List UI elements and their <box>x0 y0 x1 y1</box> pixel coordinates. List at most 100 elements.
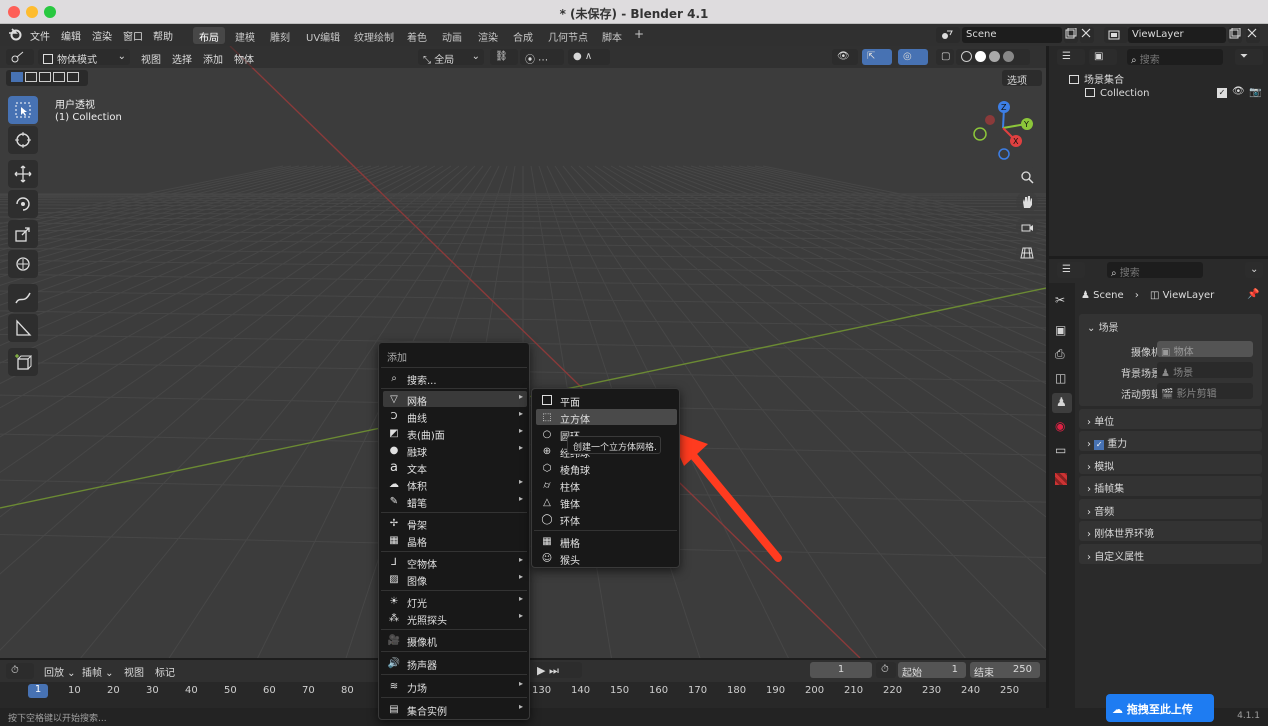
tab-geometry-nodes[interactable]: 几何节点 <box>542 27 594 44</box>
filter-icon[interactable]: ⏷ <box>1235 49 1263 65</box>
menu-item-image[interactable]: ▨ 图像 ▸ <box>383 571 527 588</box>
timeline-editor-type-icon[interactable]: ⏱ <box>6 663 34 679</box>
play-icon[interactable]: ▶ <box>537 664 545 677</box>
menu-item-lattice[interactable]: ▦ 晶格 <box>383 532 527 550</box>
menu-item-curve[interactable]: Ͻ 曲线 ▸ <box>383 408 527 425</box>
menu-item-surface[interactable]: ◩ 表(曲)面 ▸ <box>383 425 527 442</box>
viewlayer-icon[interactable] <box>1104 27 1128 43</box>
mesh-item-cube[interactable]: ⬚ 立方体 <box>536 409 677 426</box>
menu-item-grease-pencil[interactable]: ✎ 蜡笔 ▸ <box>383 493 527 510</box>
outliner-search-input[interactable]: ⌕ 搜索 <box>1127 49 1223 66</box>
mesh-item-plane[interactable]: 平面 <box>536 392 677 409</box>
tab-shading[interactable]: 着色 <box>401 27 433 44</box>
active-clip-field[interactable]: 🎬 影片剪辑 <box>1157 383 1253 400</box>
display-mode-icon[interactable]: ▣ <box>1089 49 1117 65</box>
delete-scene-icon[interactable] <box>1080 27 1094 43</box>
eye-icon[interactable]: 👁 <box>1232 86 1245 97</box>
properties-options-chevron-icon[interactable]: ⌄ <box>1245 262 1263 278</box>
tab-texture-paint[interactable]: 纹理绘制 <box>348 27 400 44</box>
playback-controls[interactable]: ▶ ⏭ <box>532 662 582 678</box>
new-scene-icon[interactable] <box>1064 27 1078 43</box>
timeline-menu-playback[interactable]: 回放 ⌄ <box>44 664 76 679</box>
texture-tab-icon[interactable] <box>1055 473 1067 485</box>
menu-item-speaker[interactable]: 🔊 扬声器 <box>383 655 527 673</box>
simulation-panel[interactable]: › 模拟 <box>1079 454 1262 474</box>
tab-rendering[interactable]: 渲染 <box>472 27 504 44</box>
menu-item-volume[interactable]: ☁ 体积 ▸ <box>383 476 527 493</box>
timeline-menu-keying[interactable]: 插帧 ⌄ <box>82 664 114 679</box>
scene-section-header[interactable]: ⌄ 场景 <box>1087 319 1119 334</box>
menu-edit[interactable]: 编辑 <box>61 28 81 43</box>
mesh-item-monkey[interactable]: ☺ 猴头 <box>536 550 677 568</box>
audio-panel[interactable]: › 音频 <box>1079 499 1262 519</box>
camera-field[interactable]: ▣ 物体 <box>1157 341 1253 358</box>
menu-item-camera[interactable]: 🎥 摄像机 <box>383 632 527 650</box>
mesh-item-cylinder[interactable]: ⌭ 柱体 <box>536 477 677 495</box>
menu-window[interactable]: 窗口 <box>123 28 143 43</box>
exclude-checkbox[interactable]: ✓ <box>1217 88 1227 98</box>
menu-item-light[interactable]: ☀ 灯光 ▸ <box>383 593 527 610</box>
plane-icon <box>540 393 554 407</box>
timeline-menu-view[interactable]: 视图 <box>124 664 144 679</box>
delete-viewlayer-icon[interactable] <box>1246 27 1260 43</box>
menu-item-collection-instance[interactable]: ▤ 集合实例 ▸ <box>383 701 527 718</box>
mesh-item-grid[interactable]: ▦ 栅格 <box>536 533 677 551</box>
keying-sets-panel[interactable]: › 插帧集 <box>1079 476 1262 496</box>
upload-badge[interactable]: ☁ 拖拽至此上传 <box>1106 694 1214 722</box>
outliner-collection-row[interactable]: Collection ✓ 👁 📷 <box>1085 86 1265 99</box>
playhead[interactable]: 1 <box>28 684 48 698</box>
menu-item-force-field[interactable]: ≋ 力场 ▸ <box>383 678 527 695</box>
menu-item-metaball[interactable]: ● 融球 ▸ <box>383 442 527 459</box>
tab-animation[interactable]: 动画 <box>436 27 468 44</box>
rigid-body-world-panel[interactable]: › 刚体世界环境 <box>1079 521 1262 541</box>
menu-file[interactable]: 文件 <box>30 28 50 43</box>
timeline-menu-marker[interactable]: 标记 <box>155 664 175 679</box>
tab-uv-editing[interactable]: UV编辑 <box>300 27 346 44</box>
properties-editor-type-icon[interactable]: ☰ <box>1057 262 1085 278</box>
tab-compositing[interactable]: 合成 <box>507 27 539 44</box>
mesh-item-cone[interactable]: △ 锥体 <box>536 494 677 512</box>
current-frame-field[interactable]: 1 <box>810 662 872 678</box>
tool-tab-icon[interactable]: ✂ <box>1055 293 1065 307</box>
scene-icon[interactable] <box>936 27 960 43</box>
menu-item-empty[interactable]: ⅃ 空物体 ▸ <box>383 554 527 571</box>
scene-tab-icon[interactable]: ♟ <box>1052 393 1072 413</box>
new-viewlayer-icon[interactable] <box>1228 27 1242 43</box>
world-tab-icon[interactable]: ◉ <box>1055 419 1065 433</box>
tab-sculpting[interactable]: 雕刻 <box>264 27 296 44</box>
tab-layout[interactable]: 布局 <box>193 27 225 44</box>
properties-search-input[interactable]: ⌕ 搜索 <box>1107 262 1203 279</box>
custom-properties-panel[interactable]: › 自定义属性 <box>1079 544 1262 564</box>
collection-tab-icon[interactable]: ▭ <box>1055 443 1066 457</box>
tab-scripting[interactable]: 脚本 <box>596 27 628 44</box>
render-tab-icon[interactable]: ▣ <box>1055 323 1066 337</box>
menu-item-text[interactable]: a 文本 <box>383 459 527 477</box>
stopwatch-icon[interactable]: ⏱ <box>876 662 896 678</box>
end-frame-field[interactable]: 结束 250 <box>970 662 1040 679</box>
menu-item-search[interactable]: ⌕ 搜索... <box>383 370 525 388</box>
units-panel[interactable]: › 单位 <box>1079 409 1262 429</box>
pin-icon[interactable]: 📌 <box>1247 289 1259 300</box>
background-scene-field[interactable]: ♟ 场景 <box>1157 362 1253 379</box>
blender-logo-icon[interactable] <box>8 27 22 44</box>
menu-item-light-probe[interactable]: ⁂ 光照探头 ▸ <box>383 610 527 627</box>
menu-item-armature[interactable]: ✢ 骨架 <box>383 515 527 533</box>
add-workspace-button[interactable]: + <box>628 25 650 42</box>
outliner-editor-type-icon[interactable]: ☰ <box>1057 49 1085 65</box>
gravity-panel[interactable]: › ✓ 重力 <box>1079 431 1262 451</box>
jump-keyframe-icon[interactable]: ⏭ <box>549 664 559 677</box>
menu-item-mesh[interactable]: ▽ 网格 ▸ <box>383 391 527 408</box>
menu-render[interactable]: 渲染 <box>92 28 112 43</box>
gravity-checkbox[interactable]: ✓ <box>1094 440 1105 450</box>
mesh-item-ico-sphere[interactable]: ⬡ 棱角球 <box>536 460 677 478</box>
output-tab-icon[interactable]: ⎙ <box>1055 347 1065 362</box>
mesh-item-torus[interactable]: ◯ 环体 <box>536 511 677 529</box>
tab-modeling[interactable]: 建模 <box>229 27 261 44</box>
outliner-scene-collection[interactable]: 场景集合 <box>1069 71 1124 86</box>
viewlayer-field[interactable]: ViewLayer <box>1128 27 1226 43</box>
start-frame-field[interactable]: 起始 1 <box>898 662 966 679</box>
scene-field[interactable]: Scene <box>962 27 1062 43</box>
camera-render-icon[interactable]: 📷 <box>1249 87 1261 98</box>
menu-help[interactable]: 帮助 <box>153 28 173 43</box>
view-layer-tab-icon[interactable]: ◫ <box>1055 371 1066 385</box>
